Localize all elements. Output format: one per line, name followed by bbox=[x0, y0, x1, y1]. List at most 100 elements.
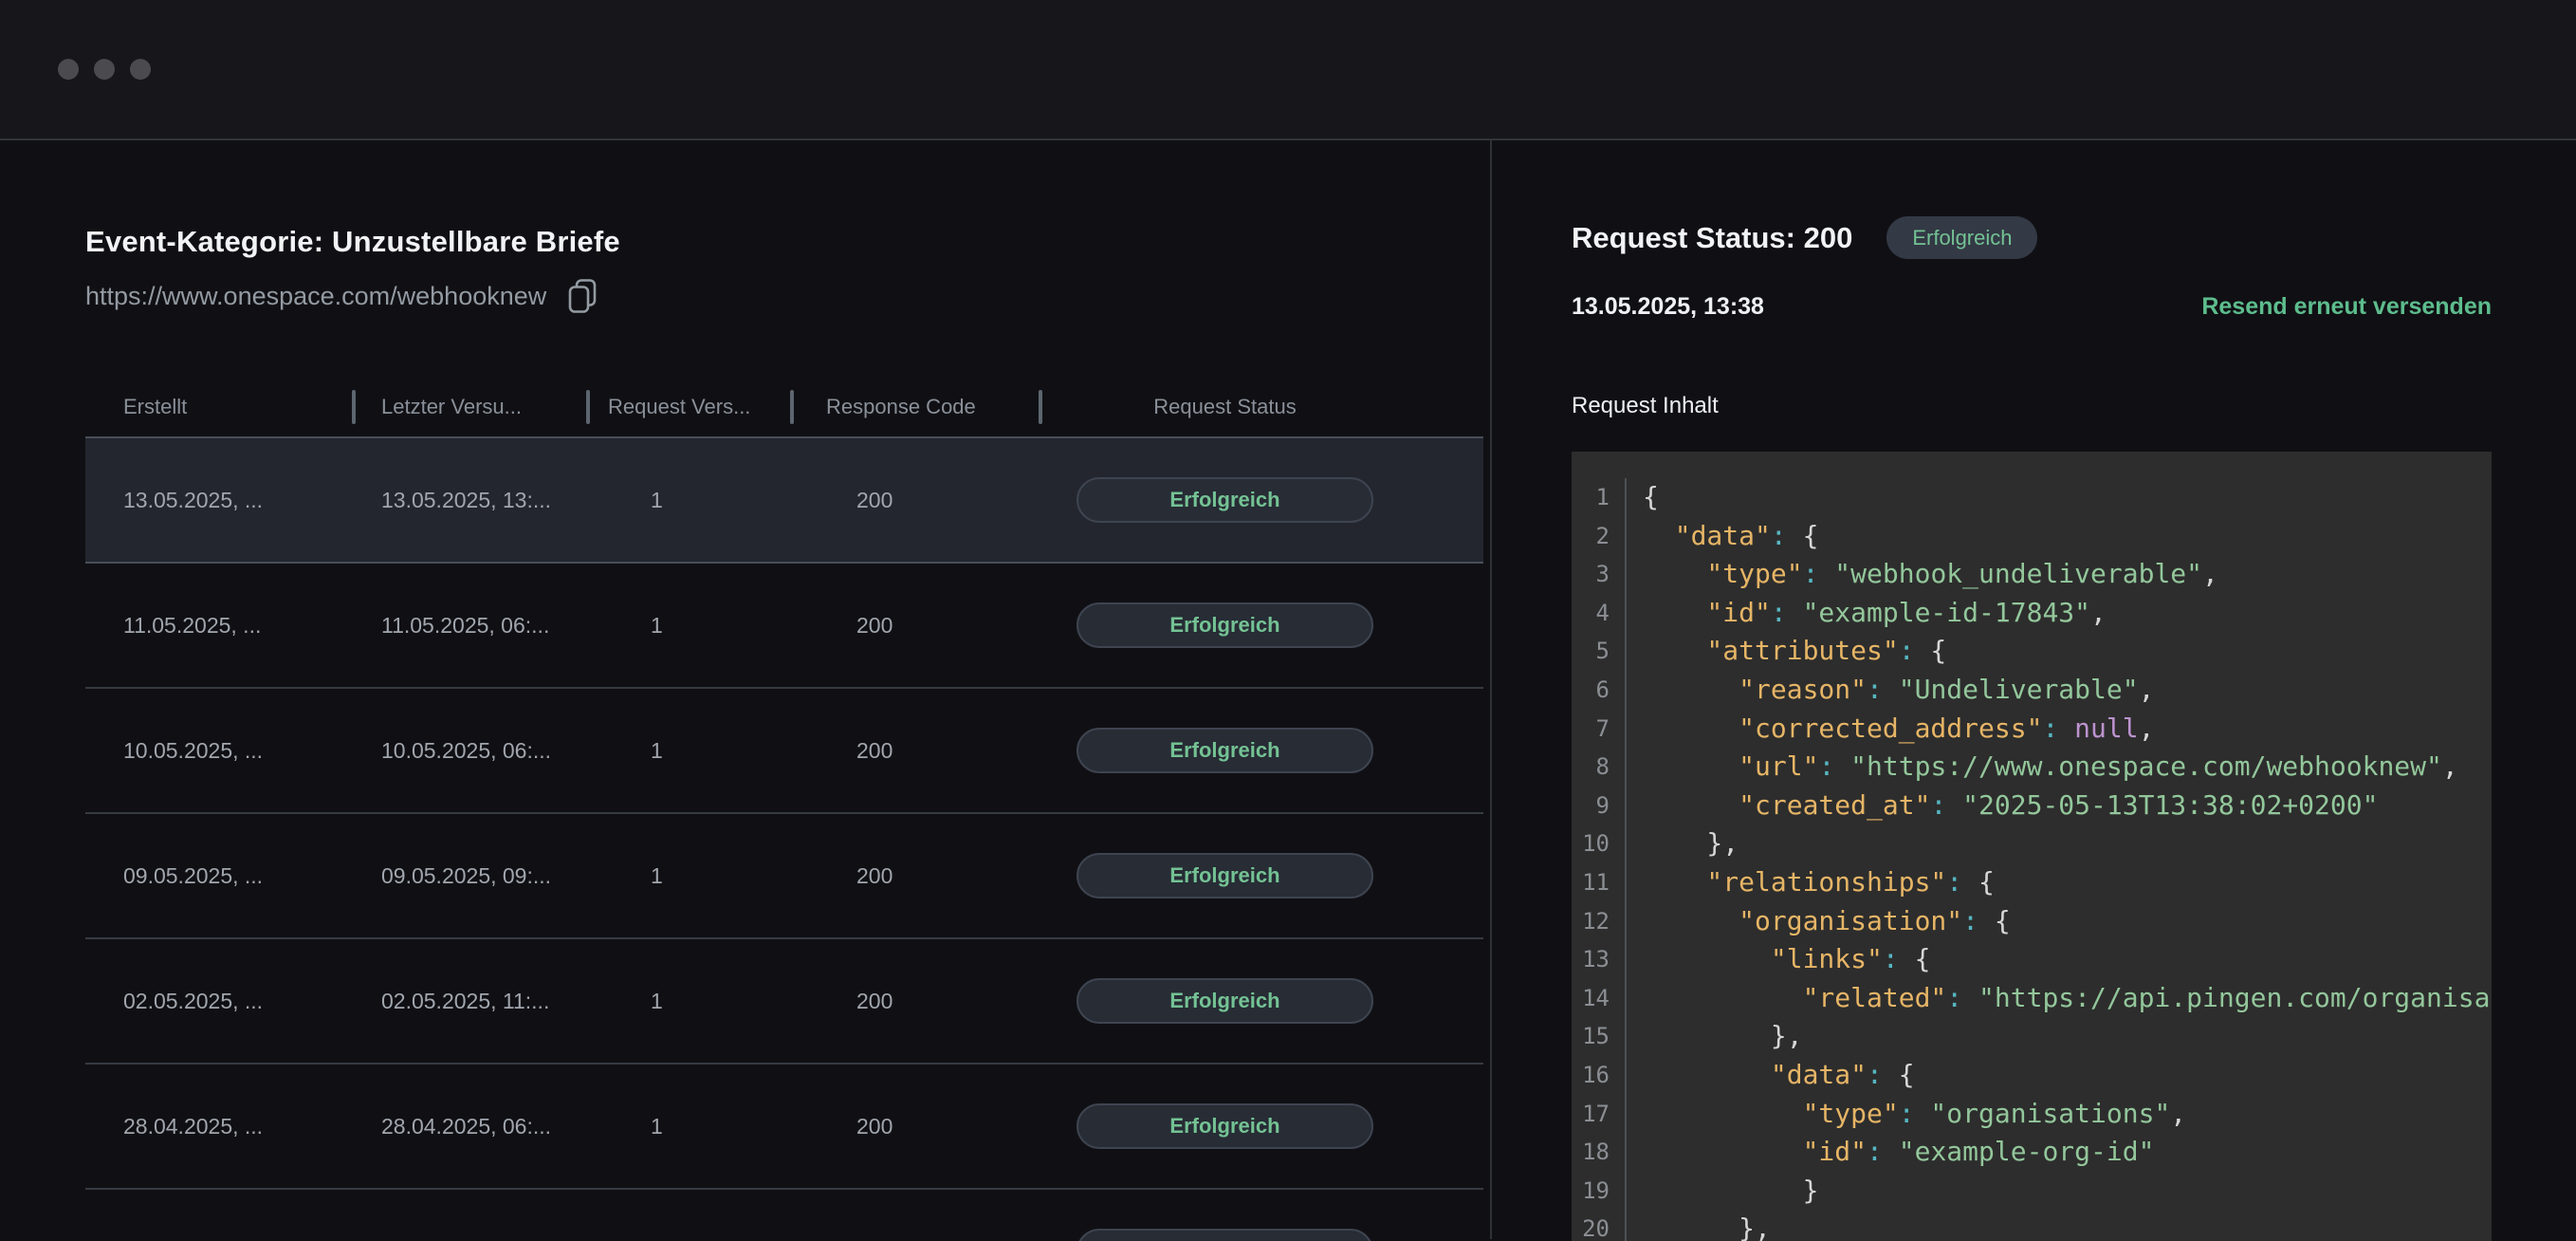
request-detail-panel: Request Status: 200 Erfolgreich 13.05.20… bbox=[1492, 140, 2576, 1239]
code-line: 6 "reason": "Undeliverable", bbox=[1572, 671, 2492, 710]
table-row[interactable]: Erfolgreich bbox=[85, 1190, 1483, 1241]
code-text: "related": "https://api.pingen.com/organ… bbox=[1627, 979, 2492, 1018]
code-line: 14 "related": "https://api.pingen.com/or… bbox=[1572, 979, 2492, 1018]
column-header: Request Vers... bbox=[586, 378, 790, 436]
code-text: }, bbox=[1627, 1210, 2492, 1241]
code-text: "url": "https://www.onespace.com/webhook… bbox=[1627, 748, 2492, 787]
code-text: "links": { bbox=[1627, 940, 2492, 979]
code-text: "created_at": "2025-05-13T13:38:02+0200" bbox=[1627, 787, 2492, 825]
line-number: 17 bbox=[1572, 1095, 1627, 1134]
line-number: 13 bbox=[1572, 940, 1627, 979]
status-badge: Erfolgreich bbox=[1076, 602, 1373, 648]
code-line: 8 "url": "https://www.onespace.com/webho… bbox=[1572, 748, 2492, 787]
line-number: 2 bbox=[1572, 517, 1627, 556]
table-row[interactable]: 09.05.2025, ...09.05.2025, 09:...1200Erf… bbox=[85, 814, 1483, 939]
table-body: 13.05.2025, ...13.05.2025, 13:...1200Erf… bbox=[85, 438, 1483, 1241]
code-line: 12 "organisation": { bbox=[1572, 902, 2492, 941]
line-number: 12 bbox=[1572, 902, 1627, 941]
request-status-title: Request Status: 200 bbox=[1572, 221, 1852, 255]
table-cell: 10.05.2025, 06:... bbox=[352, 738, 586, 764]
table-cell: 09.05.2025, ... bbox=[85, 863, 352, 889]
code-text: "data": { bbox=[1627, 517, 2492, 556]
status-badge: Erfolgreich bbox=[1076, 477, 1373, 523]
table-cell-status: Erfolgreich bbox=[1039, 853, 1483, 898]
webhook-events-panel: Event-Kategorie: Unzustellbare Briefe ht… bbox=[0, 140, 1492, 1239]
status-badge: Erfolgreich bbox=[1886, 216, 2037, 259]
table-row[interactable]: 11.05.2025, ...11.05.2025, 06:...1200Erf… bbox=[85, 564, 1483, 689]
code-line: 4 "id": "example-id-17843", bbox=[1572, 594, 2492, 633]
code-line: 20 }, bbox=[1572, 1210, 2492, 1241]
table-cell: 200 bbox=[790, 1114, 1039, 1139]
main-content: Event-Kategorie: Unzustellbare Briefe ht… bbox=[0, 140, 2576, 1239]
code-line: 1{ bbox=[1572, 478, 2492, 517]
code-text: { bbox=[1627, 478, 2492, 517]
code-text: "relationships": { bbox=[1627, 863, 2492, 902]
table-cell-status: Erfolgreich bbox=[1039, 978, 1483, 1024]
window-control-dot[interactable] bbox=[58, 59, 79, 80]
table-row[interactable]: 10.05.2025, ...10.05.2025, 06:...1200Erf… bbox=[85, 689, 1483, 814]
table-row[interactable]: 02.05.2025, ...02.05.2025, 11:...1200 Erf… bbox=[85, 939, 1483, 1065]
resend-link[interactable]: Resend erneut versenden bbox=[2201, 293, 2492, 321]
code-text: }, bbox=[1627, 824, 2492, 863]
table-cell: 200 bbox=[790, 863, 1039, 889]
table-row[interactable]: 13.05.2025, ...13.05.2025, 13:...1200Erf… bbox=[85, 438, 1483, 564]
table-cell: 13.05.2025, 13:... bbox=[352, 488, 586, 513]
line-number: 14 bbox=[1572, 979, 1627, 1018]
status-badge: Erfolgreich bbox=[1076, 1229, 1373, 1241]
status-badge: Erfolgreich bbox=[1076, 1103, 1373, 1149]
webhook-url: https://www.onespace.com/webhooknew bbox=[85, 282, 546, 311]
table-cell: 200 bbox=[790, 613, 1039, 639]
table-cell: 1 bbox=[586, 613, 790, 639]
code-line: 17 "type": "organisations", bbox=[1572, 1095, 2492, 1134]
line-number: 19 bbox=[1572, 1172, 1627, 1211]
table-cell: 1 bbox=[586, 989, 790, 1014]
line-number: 11 bbox=[1572, 863, 1627, 902]
window-control-dot[interactable] bbox=[130, 59, 151, 80]
request-status-row: Request Status: 200 Erfolgreich bbox=[1572, 216, 2576, 259]
table-cell-status: Erfolgreich bbox=[1039, 477, 1483, 523]
code-text: "data": { bbox=[1627, 1056, 2492, 1095]
column-header: Letzter Versu... bbox=[352, 378, 586, 436]
table-cell: 02.05.2025, ... bbox=[85, 989, 352, 1014]
events-table: ErstelltLetzter Versu...Request Vers...R… bbox=[85, 378, 1483, 1241]
line-number: 8 bbox=[1572, 748, 1627, 787]
table-cell: 1 bbox=[586, 738, 790, 764]
code-line: 19 } bbox=[1572, 1172, 2492, 1211]
copy-icon[interactable] bbox=[567, 278, 598, 314]
status-badge: Erfolgreich bbox=[1076, 853, 1373, 898]
line-number: 7 bbox=[1572, 710, 1627, 749]
table-cell-status: Erfolgreich bbox=[1039, 1103, 1483, 1149]
table-cell: 10.05.2025, ... bbox=[85, 738, 352, 764]
line-number: 18 bbox=[1572, 1133, 1627, 1172]
code-line: 11 "relationships": { bbox=[1572, 863, 2492, 902]
code-line: 5 "attributes": { bbox=[1572, 632, 2492, 671]
table-cell-status: Erfolgreich bbox=[1039, 728, 1483, 773]
window-control-dot[interactable] bbox=[94, 59, 115, 80]
request-meta-row: 13.05.2025, 13:38 Resend erneut versende… bbox=[1572, 293, 2492, 321]
table-cell: 200 bbox=[790, 488, 1039, 513]
request-content-label: Request Inhalt bbox=[1572, 393, 2576, 419]
code-line: 7 "corrected_address": null, bbox=[1572, 710, 2492, 749]
line-number: 9 bbox=[1572, 787, 1627, 825]
line-number: 3 bbox=[1572, 555, 1627, 594]
table-cell: 1 bbox=[586, 1114, 790, 1139]
table-row[interactable]: 28.04.2025, ...28.04.2025, 06:...1200Erf… bbox=[85, 1065, 1483, 1190]
line-number: 6 bbox=[1572, 671, 1627, 710]
table-cell: 28.04.2025, ... bbox=[85, 1114, 352, 1139]
code-text: "type": "webhook_undeliverable", bbox=[1627, 555, 2492, 594]
request-payload-code: 1{2 "data": {3 "type": "webhook_undelive… bbox=[1572, 452, 2492, 1241]
table-cell-status: Erfolgreich bbox=[1039, 1229, 1483, 1241]
table-cell: 200 bbox=[790, 989, 1039, 1014]
table-cell: 11.05.2025, ... bbox=[85, 613, 352, 639]
table-cell-status: Erfolgreich bbox=[1039, 602, 1483, 648]
code-line: 13 "links": { bbox=[1572, 940, 2492, 979]
request-timestamp: 13.05.2025, 13:38 bbox=[1572, 293, 1764, 321]
table-cell: 200 bbox=[790, 738, 1039, 764]
status-badge: Erfolgreich bbox=[1076, 978, 1373, 1024]
code-line: 10 }, bbox=[1572, 824, 2492, 863]
table-cell: 02.05.2025, 11:... bbox=[352, 989, 586, 1014]
code-line: 2 "data": { bbox=[1572, 517, 2492, 556]
line-number: 10 bbox=[1572, 824, 1627, 863]
code-text: "attributes": { bbox=[1627, 632, 2492, 671]
column-header: Request Status bbox=[1039, 378, 1483, 436]
